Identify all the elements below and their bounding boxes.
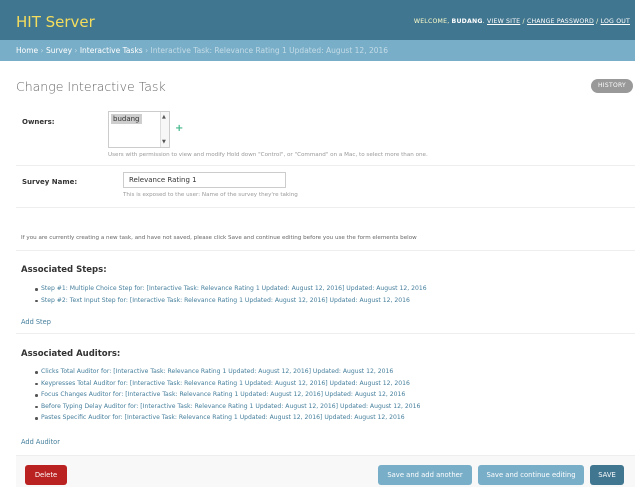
step-link[interactable]: Step #1: Multiple Choice Step for: [Inte… bbox=[35, 285, 427, 297]
save-button[interactable]: SAVE bbox=[590, 465, 624, 485]
tools-separator: / bbox=[596, 18, 599, 25]
breadcrumb-separator: › bbox=[74, 46, 78, 55]
auditor-link[interactable]: Clicks Total Auditor for: [Interactive T… bbox=[35, 368, 420, 380]
owners-select[interactable]: budang ▲ ▼ bbox=[108, 111, 170, 148]
auditor-link[interactable]: Keypresses Total Auditor for: [Interacti… bbox=[35, 380, 420, 392]
add-owner-plus-icon[interactable]: + bbox=[175, 123, 183, 134]
owners-option-selected[interactable]: budang bbox=[111, 114, 142, 124]
divider bbox=[16, 333, 635, 334]
breadcrumb-survey[interactable]: Survey bbox=[46, 46, 72, 55]
save-and-add-another-button[interactable]: Save and add another bbox=[378, 465, 472, 485]
tools-separator: / bbox=[522, 18, 525, 25]
auditor-link[interactable]: Focus Changes Auditor for: [Interactive … bbox=[35, 391, 420, 403]
associated-steps-heading: Associated Steps: bbox=[21, 265, 107, 275]
auditors-list: Clicks Total Auditor for: [Interactive T… bbox=[35, 368, 420, 426]
site-brand[interactable]: HIT Server bbox=[16, 13, 95, 31]
divider bbox=[16, 250, 635, 251]
view-site-link[interactable]: VIEW SITE bbox=[487, 18, 520, 25]
steps-list: Step #1: Multiple Choice Step for: [Inte… bbox=[35, 285, 427, 308]
save-notice: If you are currently creating a new task… bbox=[21, 235, 417, 241]
owners-help-text: Users with permission to view and modify… bbox=[108, 152, 428, 158]
owners-scrollbar[interactable]: ▲ ▼ bbox=[160, 112, 169, 147]
log-out-link[interactable]: LOG OUT bbox=[601, 18, 630, 25]
welcome-text: WELCOME, bbox=[413, 18, 450, 25]
add-step-link[interactable]: Add Step bbox=[21, 318, 51, 326]
scroll-up-icon[interactable]: ▲ bbox=[162, 114, 166, 120]
change-password-link[interactable]: CHANGE PASSWORD bbox=[527, 18, 594, 25]
page-title: Change Interactive Task bbox=[16, 79, 166, 94]
survey-name-row: Survey Name: bbox=[16, 166, 635, 208]
username: BUDANG bbox=[451, 18, 483, 25]
breadcrumb-current: Interactive Task: Relevance Rating 1 Upd… bbox=[150, 46, 389, 55]
breadcrumb-separator: › bbox=[145, 46, 149, 55]
user-tools: WELCOME, BUDANG. VIEW SITE / CHANGE PASS… bbox=[413, 18, 630, 25]
breadcrumb: Home › Survey › Interactive Tasks › Inte… bbox=[0, 40, 635, 61]
survey-name-help-text: This is exposed to the user: Name of the… bbox=[123, 192, 298, 198]
add-auditor-link[interactable]: Add Auditor bbox=[21, 438, 60, 446]
step-link[interactable]: Step #2: Text Input Step for: [Interacti… bbox=[35, 297, 427, 309]
history-button[interactable]: HISTORY bbox=[591, 79, 633, 93]
breadcrumb-home[interactable]: Home bbox=[16, 46, 38, 55]
save-and-continue-button[interactable]: Save and continue editing bbox=[478, 465, 584, 485]
associated-auditors-heading: Associated Auditors: bbox=[21, 349, 121, 359]
breadcrumb-interactive-tasks[interactable]: Interactive Tasks bbox=[80, 46, 143, 55]
survey-name-input[interactable] bbox=[123, 172, 286, 188]
site-header: HIT Server WELCOME, BUDANG. VIEW SITE / … bbox=[0, 0, 635, 40]
scroll-down-icon[interactable]: ▼ bbox=[162, 139, 166, 145]
delete-button[interactable]: Delete bbox=[25, 465, 67, 485]
auditor-link[interactable]: Pastes Specific Auditor for: [Interactiv… bbox=[35, 414, 420, 426]
submit-row: Delete Save and add another Save and con… bbox=[16, 455, 635, 487]
auditor-link[interactable]: Before Typing Delay Auditor for: [Intera… bbox=[35, 403, 420, 415]
owners-label: Owners: bbox=[22, 118, 55, 126]
breadcrumb-separator: › bbox=[40, 46, 44, 55]
survey-name-label: Survey Name: bbox=[22, 178, 78, 186]
